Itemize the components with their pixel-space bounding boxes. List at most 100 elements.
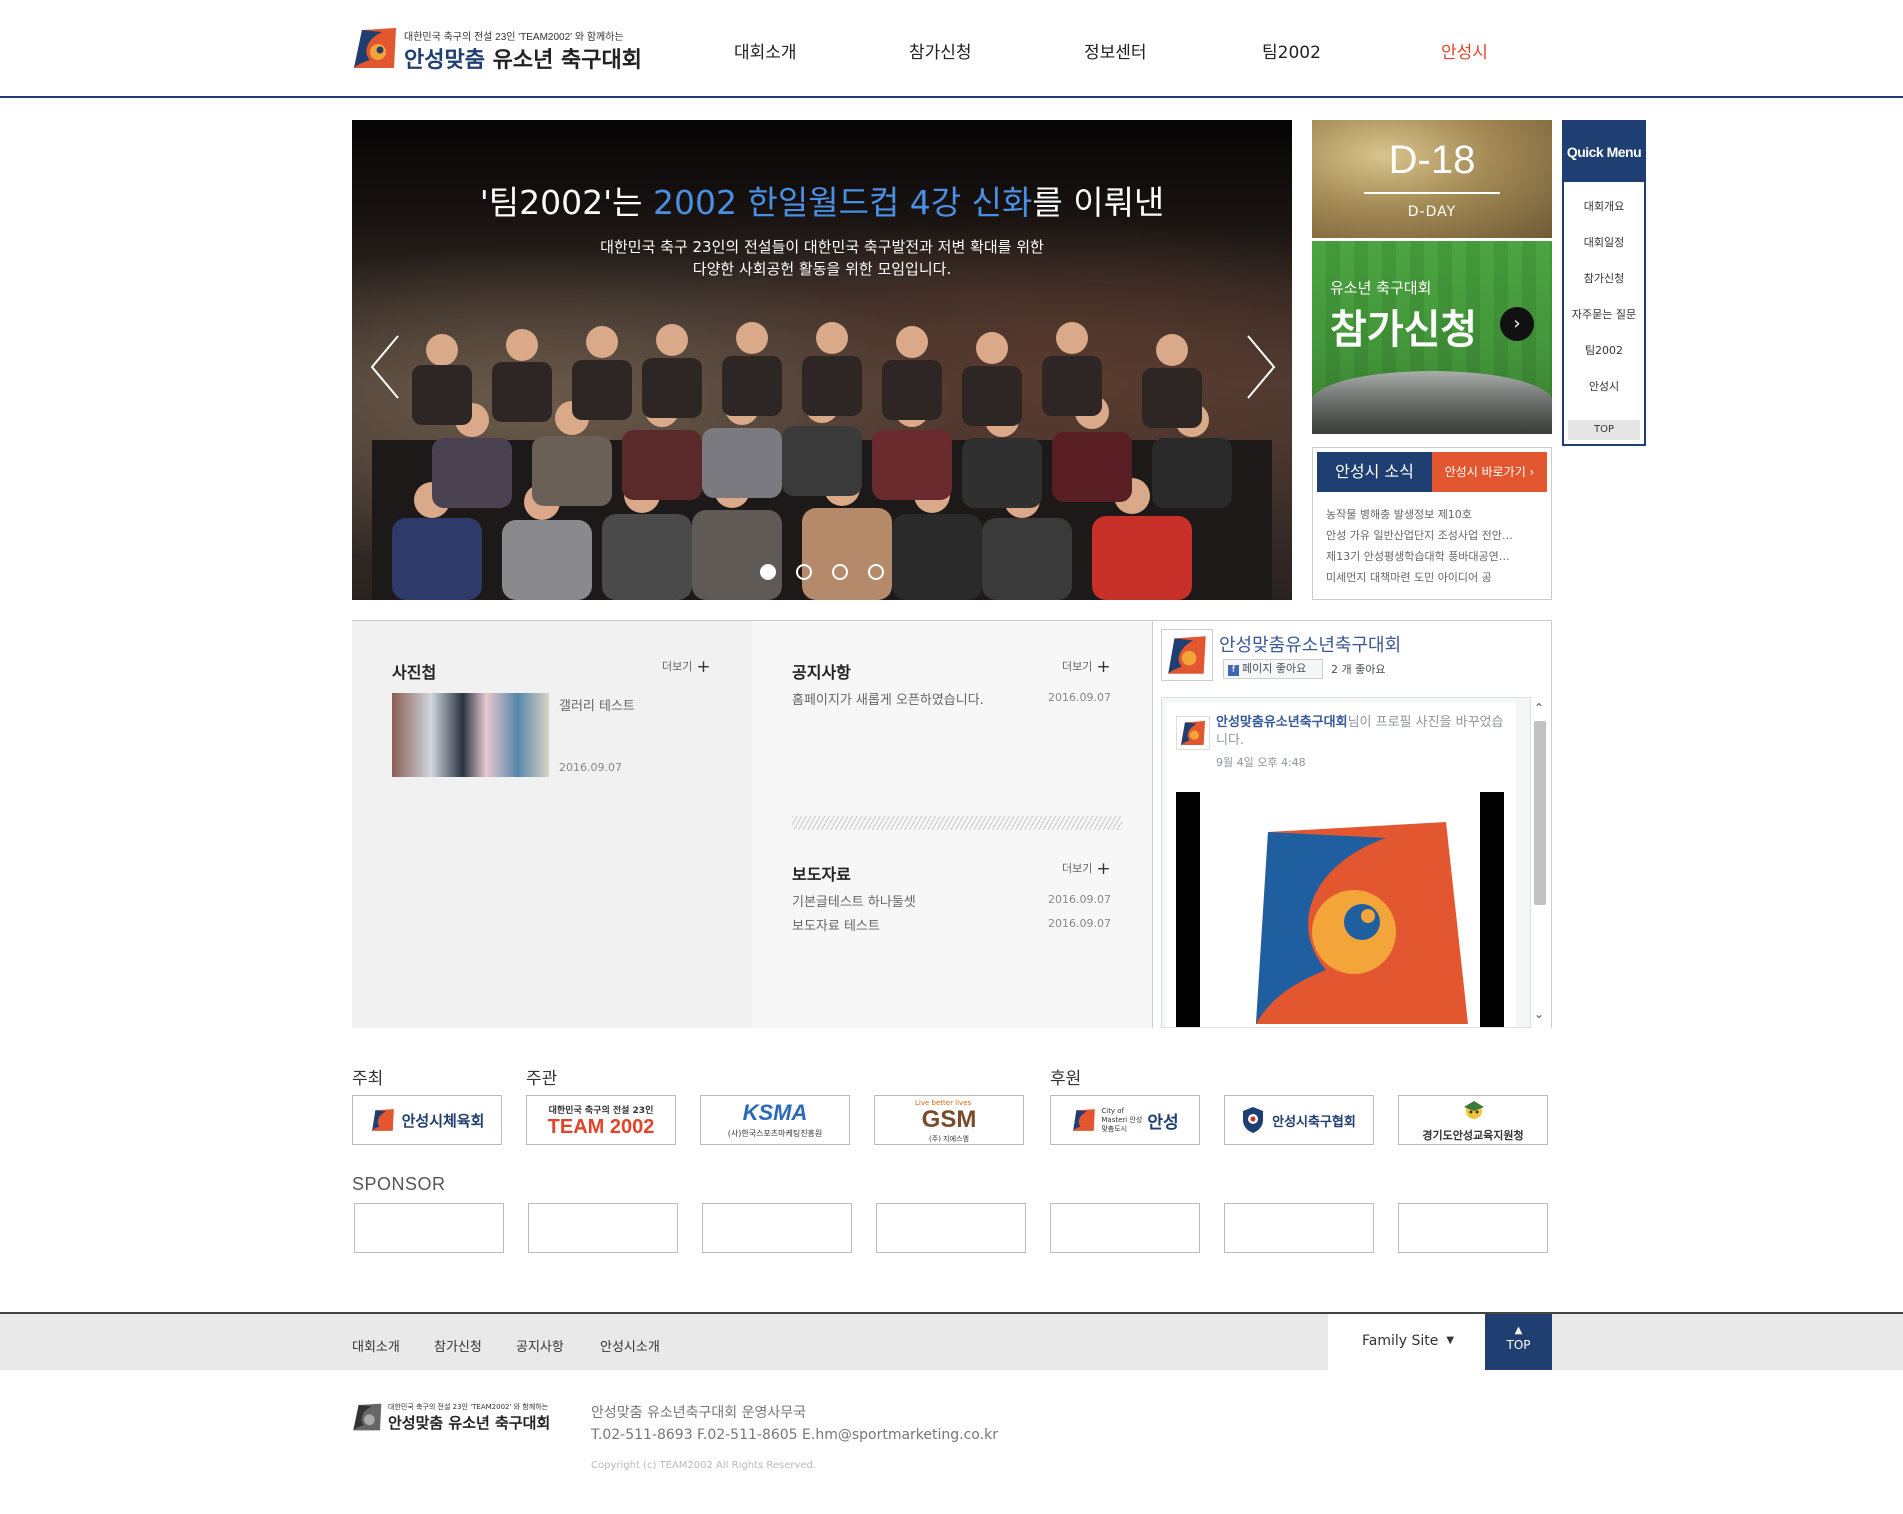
nav-item-anseong[interactable]: 안성시 bbox=[1441, 38, 1488, 63]
nav-item-info[interactable]: 정보센터 bbox=[1084, 38, 1147, 63]
facebook-page-avatar[interactable] bbox=[1161, 629, 1213, 681]
notice-more-link[interactable]: 더보기 + bbox=[1062, 657, 1111, 677]
dday-label: D-DAY bbox=[1407, 204, 1457, 220]
apply-banner[interactable]: 유소년 축구대회 참가신청 › bbox=[1312, 241, 1552, 434]
anseong-fa-name: 안성시축구협회 bbox=[1272, 1114, 1356, 1130]
press-row[interactable]: 보도자료 테스트 bbox=[792, 915, 880, 934]
sponsor-slot[interactable] bbox=[354, 1203, 504, 1253]
site-logo[interactable]: 대한민국 축구의 전설 23인 'TEAM2002' 와 함께하는 안성맞춤 유… bbox=[352, 24, 642, 73]
slide-dot-1[interactable] bbox=[760, 564, 776, 580]
slide-dot-4[interactable] bbox=[868, 564, 884, 580]
shield-icon bbox=[1243, 1107, 1264, 1133]
facebook-page-name[interactable]: 안성맞춤유소년축구대회 bbox=[1219, 631, 1401, 657]
anseong-shortcut-link[interactable]: 안성시 바로가기 › bbox=[1432, 452, 1547, 492]
nav-item-about[interactable]: 대회소개 bbox=[734, 38, 797, 63]
anseong-news-box: 안성시 소식 안성시 바로가기 › 농작물 병해충 발생정보 제10호 안성 가… bbox=[1312, 447, 1552, 600]
sponsor-slot[interactable] bbox=[702, 1203, 852, 1253]
support-label: 후원 bbox=[1050, 1069, 1082, 1089]
sponsor-slot[interactable] bbox=[1050, 1203, 1200, 1253]
quick-top-button[interactable]: TOP bbox=[1568, 420, 1640, 440]
chevron-down-icon[interactable]: ⌄ bbox=[1534, 1007, 1544, 1021]
news-item[interactable]: 제13기 안성평생학습대학 풍바대공연… bbox=[1326, 546, 1546, 567]
gallery-thumbnail[interactable] bbox=[392, 693, 549, 777]
sponsor-slot[interactable] bbox=[876, 1203, 1026, 1253]
footer-link-notice[interactable]: 공지사항 bbox=[516, 1336, 564, 1355]
quick-item-faq[interactable]: 자주묻는 질문 bbox=[1564, 306, 1644, 342]
partner-gyeonggi-edu[interactable]: 경기도안성교육지원청 bbox=[1398, 1095, 1548, 1145]
quick-item-overview[interactable]: 대회개요 bbox=[1564, 198, 1644, 234]
dday-banner: D-18 D-DAY bbox=[1312, 120, 1552, 238]
arrow-up-icon: ▲ bbox=[1514, 1325, 1523, 1336]
partner-gsm[interactable]: Live better lives GSM (주) 지에스엠 bbox=[874, 1095, 1024, 1145]
facebook-like-count: 2 개 좋아요 bbox=[1331, 663, 1386, 676]
feed-scrollbar[interactable]: ⌃ ⌄ bbox=[1531, 697, 1549, 1028]
partner-anseong-sports[interactable]: 안성시체육회 bbox=[352, 1095, 502, 1145]
next-slide-icon[interactable] bbox=[1240, 332, 1280, 402]
prev-slide-icon[interactable] bbox=[366, 332, 406, 402]
facebook-like-label: 페이지 좋아요 bbox=[1242, 662, 1307, 675]
footer-logo[interactable]: 대한민국 축구의 전설 23인 'TEAM2002' 와 함께하는 안성맞춤 유… bbox=[352, 1400, 550, 1434]
slide-dot-3[interactable] bbox=[832, 564, 848, 580]
footer-link-apply[interactable]: 참가신청 bbox=[434, 1336, 482, 1355]
footer-contact-line: T.02-511-8693 F.02-511-8605 E.hm@sportma… bbox=[591, 1427, 998, 1443]
news-item[interactable]: 안성 가유 일반산업단지 조성사업 전안… bbox=[1326, 525, 1546, 546]
nav-item-apply[interactable]: 참가신청 bbox=[909, 38, 972, 63]
news-item[interactable]: 미세먼지 대책마련 도민 아이디어 공 bbox=[1326, 567, 1546, 588]
footer-top-button[interactable]: ▲ TOP bbox=[1485, 1314, 1552, 1370]
group-photo bbox=[372, 322, 1272, 600]
partner-anseong-fa[interactable]: 안성시축구협회 bbox=[1224, 1095, 1374, 1145]
footer-link-anseong[interactable]: 안성시소개 bbox=[600, 1336, 660, 1355]
notice-title: 공지사항 bbox=[792, 663, 851, 682]
partner-ksma[interactable]: KSMA (사)한국스포츠마케팅진흥원 bbox=[700, 1095, 850, 1145]
chevron-up-icon[interactable]: ⌃ bbox=[1534, 701, 1544, 715]
hero-title-prefix: '팀2002'는 bbox=[479, 183, 654, 222]
slide-dot-2[interactable] bbox=[796, 564, 812, 580]
photo-more-label: 더보기 bbox=[662, 660, 693, 673]
tab-anseong-news[interactable]: 안성시 소식 bbox=[1317, 452, 1432, 492]
quick-item-schedule[interactable]: 대회일정 bbox=[1564, 234, 1644, 270]
main-nav: 대회소개 참가신청 정보센터 팀2002 안성시 bbox=[690, 38, 1530, 64]
footer-link-about[interactable]: 대회소개 bbox=[352, 1336, 400, 1355]
plus-icon: + bbox=[1096, 657, 1111, 677]
quick-item-anseong[interactable]: 안성시 bbox=[1564, 378, 1644, 414]
notice-row[interactable]: 홈페이지가 새롭게 오픈하였습니다. bbox=[792, 689, 984, 708]
scrollbar-thumb[interactable] bbox=[1534, 721, 1546, 905]
apply-banner-subtitle: 유소년 축구대회 bbox=[1330, 279, 1432, 297]
photo-panel: 사진첩 더보기 + 갤러리 테스트 2016.09.07 bbox=[352, 621, 752, 1028]
sponsor-slot[interactable] bbox=[1224, 1203, 1374, 1253]
family-site-select[interactable]: Family Site ▼ bbox=[1328, 1314, 1485, 1370]
nav-item-team2002[interactable]: 팀2002 bbox=[1262, 38, 1321, 63]
press-row[interactable]: 기본글테스트 하나둘셋 bbox=[792, 891, 916, 910]
footer-top-label: TOP bbox=[1506, 1338, 1531, 1352]
partner-anseong-city[interactable]: City of Masteri 안성맞춤도시 안성 bbox=[1050, 1095, 1200, 1145]
partner-anseong-fa-logo: 안성시축구협회 bbox=[1225, 1096, 1373, 1144]
facebook-like-button[interactable]: f 페이지 좋아요 bbox=[1223, 659, 1323, 679]
sponsor-slot[interactable] bbox=[528, 1203, 678, 1253]
post-author[interactable]: 안성맞춤유소년축구대회 bbox=[1216, 715, 1348, 730]
logo-title-highlight: 안성맞춤 bbox=[404, 48, 485, 73]
content-panels: 사진첩 더보기 + 갤러리 테스트 2016.09.07 공지사항 더보기 + 홈페… bbox=[352, 620, 1552, 1028]
facebook-icon: f bbox=[1228, 665, 1239, 676]
quick-item-apply[interactable]: 참가신청 bbox=[1564, 270, 1644, 306]
post-avatar[interactable] bbox=[1176, 716, 1210, 750]
logo-title: 안성맞춤 유소년 축구대회 bbox=[404, 42, 642, 74]
logo-tagline: 대한민국 축구의 전설 23인 'TEAM2002' 와 함께하는 bbox=[404, 32, 624, 43]
ksma-subtitle: (사)한국스포츠마케팅진흥원 bbox=[727, 1129, 823, 1138]
partner-anseong-sports-logo: 안성시체육회 bbox=[353, 1096, 501, 1144]
site-header: 대한민국 축구의 전설 23인 'TEAM2002' 와 함께하는 안성맞춤 유… bbox=[0, 0, 1903, 98]
partner-anseong-sports-name: 안성시체육회 bbox=[401, 1111, 485, 1130]
partner-team2002[interactable]: 대한민국 축구의 전설 23인 TEAM 2002 bbox=[526, 1095, 676, 1145]
logo-mark-icon bbox=[1181, 721, 1205, 745]
dday-divider bbox=[1364, 192, 1500, 194]
post-image[interactable] bbox=[1176, 792, 1504, 1028]
quick-item-team2002[interactable]: 팀2002 bbox=[1564, 342, 1644, 378]
logo-mark-icon bbox=[1168, 636, 1206, 674]
sponsor-slot[interactable] bbox=[1398, 1203, 1548, 1253]
news-item[interactable]: 농작물 병해충 발생정보 제10호 bbox=[1326, 504, 1546, 525]
gallery-caption[interactable]: 갤러리 테스트 bbox=[559, 695, 635, 714]
press-more-link[interactable]: 더보기 + bbox=[1062, 859, 1111, 879]
slide-pagination bbox=[760, 564, 900, 582]
chevron-right-icon[interactable]: › bbox=[1500, 307, 1534, 341]
hero-title-highlight: 2002 한일월드컵 4강 신화 bbox=[653, 183, 1033, 222]
photo-more-link[interactable]: 더보기 + bbox=[662, 657, 711, 677]
